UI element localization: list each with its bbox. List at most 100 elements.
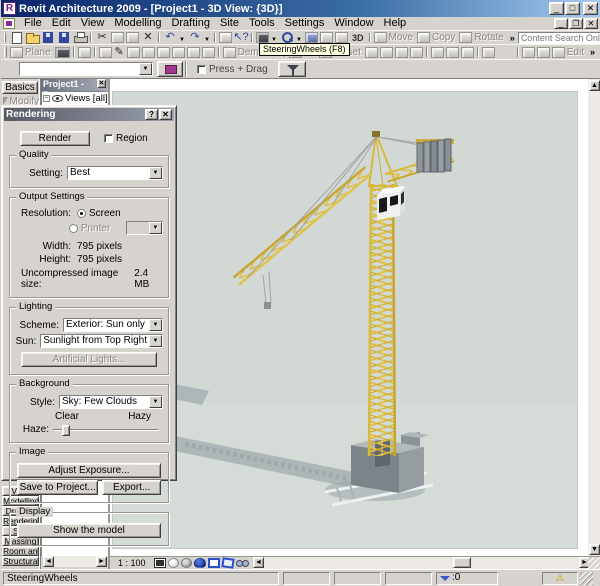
mirror-icon[interactable]	[409, 46, 423, 58]
new-icon[interactable]	[8, 31, 24, 44]
type-selector-combo[interactable]: ▼	[19, 62, 153, 76]
orbit-icon[interactable]	[335, 32, 348, 43]
menu-site[interactable]: Site	[215, 17, 244, 30]
doc-minimize-button[interactable]: _	[554, 18, 568, 29]
rendering-dialog-titlebar[interactable]: Rendering ? ✕	[4, 108, 174, 121]
unpin-icon[interactable]	[445, 46, 459, 58]
copy-button[interactable]: Copy	[432, 32, 455, 43]
close-button[interactable]: ✕	[583, 2, 598, 15]
array-icon[interactable]	[394, 46, 408, 58]
combo-dropdown-arrow[interactable]: ▼	[149, 319, 162, 331]
save-as-icon[interactable]	[56, 31, 72, 44]
work-plane-button[interactable]: Plane	[25, 47, 51, 58]
filter-selection-button[interactable]	[277, 61, 306, 77]
rotate-button[interactable]: Rotate	[474, 32, 503, 43]
delete-icon[interactable]: ✕	[140, 31, 156, 44]
menu-window[interactable]: Window	[329, 17, 378, 30]
menu-drafting[interactable]: Drafting	[166, 17, 215, 30]
search-input[interactable]	[520, 32, 600, 43]
content-search-box[interactable]	[517, 31, 600, 44]
project-browser-caption[interactable]: Project1 - Pr... ✕	[41, 79, 108, 100]
toolbar-grip[interactable]	[4, 33, 6, 42]
rendered-3d-view[interactable]	[112, 91, 578, 549]
adjust-exposure-button[interactable]: Adjust Exposure...	[17, 463, 161, 478]
spline-icon[interactable]	[126, 46, 140, 58]
scroll-up-button[interactable]: ▲	[589, 80, 600, 91]
cube-icon[interactable]	[186, 46, 200, 58]
dimension-icon[interactable]	[219, 32, 232, 43]
browser-horizontal-scrollbar[interactable]: ◄ ►	[43, 556, 107, 567]
drawing-area[interactable]: ▲ ▼ 1 : 100 ◄ ►	[108, 79, 600, 569]
cutline-icon[interactable]	[536, 46, 550, 58]
sketch-icon[interactable]	[551, 46, 565, 58]
link-icon[interactable]	[460, 46, 474, 58]
warning-status[interactable]: ⚠	[542, 571, 578, 585]
render-button[interactable]: Render	[20, 131, 90, 146]
copy-icon[interactable]	[416, 32, 430, 43]
door-icon[interactable]	[141, 46, 155, 58]
background-style-combo[interactable]: Sky: Few Clouds ▼	[59, 395, 163, 409]
toolbar-grip[interactable]	[4, 47, 7, 57]
redo-icon[interactable]: ↷	[187, 31, 203, 44]
show-the-model-button[interactable]: Show the model	[17, 523, 161, 538]
menu-help[interactable]: Help	[379, 17, 412, 30]
combo-dropdown-arrow[interactable]: ▼	[149, 167, 162, 179]
combo-dropdown-arrow[interactable]: ▼	[149, 396, 162, 408]
toolbar-overflow-chevron[interactable]: »	[590, 47, 595, 57]
visibility-icon[interactable]	[305, 32, 318, 43]
doc-restore-button[interactable]: ❐	[569, 18, 583, 29]
paint-icon[interactable]	[171, 46, 185, 58]
move-icon[interactable]	[373, 32, 387, 43]
element-properties-button[interactable]	[157, 61, 183, 77]
tab-structural[interactable]: Structural	[2, 556, 39, 566]
undo-icon[interactable]: ↶	[162, 31, 178, 44]
pin-icon[interactable]	[430, 46, 444, 58]
sun-position-combo[interactable]: Sunlight from Top Right ▼	[40, 334, 163, 348]
redo-dropdown-icon[interactable]	[203, 31, 212, 46]
browser-close-icon[interactable]: ✕	[96, 79, 106, 88]
scroll-down-button[interactable]: ▼	[589, 544, 600, 555]
pencil-icon[interactable]: ✎	[113, 46, 126, 59]
combo-dropdown-arrow[interactable]: ▼	[149, 335, 162, 347]
tab-basics[interactable]: Basics	[2, 81, 38, 94]
menu-settings[interactable]: Settings	[280, 17, 330, 30]
haze-slider-thumb[interactable]	[62, 424, 70, 436]
dialog-help-icon[interactable]: ?	[145, 109, 158, 120]
menu-modelling[interactable]: Modelling	[109, 17, 166, 30]
detail-level-icon[interactable]	[153, 558, 166, 568]
3d-view-icon[interactable]: 3D	[352, 33, 364, 43]
temporary-hide-isolate-icon[interactable]	[235, 558, 249, 568]
group-icon[interactable]	[364, 46, 378, 58]
menu-view[interactable]: View	[76, 17, 110, 30]
browser-scroll-right-button[interactable]: ►	[96, 556, 107, 567]
context-help-icon[interactable]: ↖?	[233, 31, 249, 44]
combo-dropdown-arrow[interactable]: ▼	[139, 63, 152, 75]
menu-tools[interactable]: Tools	[244, 17, 280, 30]
scroll-left-button[interactable]: ◄	[253, 557, 264, 568]
browser-scroll-left-button[interactable]: ◄	[43, 556, 54, 567]
grid-icon[interactable]	[201, 46, 215, 58]
copy-clipboard-icon[interactable]	[111, 32, 124, 43]
menu-edit[interactable]: Edit	[47, 17, 76, 30]
paste-icon[interactable]	[126, 32, 139, 43]
export-button[interactable]: Export...	[102, 480, 161, 495]
haze-slider[interactable]	[53, 424, 159, 436]
region-checkbox[interactable]	[104, 134, 113, 143]
artificial-lights-button[interactable]: Artificial Lights...	[21, 352, 157, 367]
ungroup-icon[interactable]	[379, 46, 393, 58]
rotate-icon[interactable]	[459, 32, 473, 43]
rendering-dialog-icon[interactable]	[193, 558, 206, 568]
minimize-button[interactable]: _	[549, 2, 564, 15]
move-button[interactable]: Move	[389, 32, 413, 43]
window-resize-grip[interactable]	[580, 571, 593, 585]
dynamic-view-icon[interactable]	[320, 32, 333, 43]
doc-close-button[interactable]: ✕	[584, 18, 598, 29]
fill-region-icon[interactable]	[54, 46, 70, 58]
printer-dpi-combo[interactable]: ▼	[126, 221, 163, 235]
save-icon[interactable]	[40, 31, 56, 44]
dialog-close-icon[interactable]: ✕	[159, 109, 172, 120]
press-drag-checkbox[interactable]	[197, 64, 206, 74]
demolish-icon[interactable]	[222, 46, 236, 58]
filter-status[interactable]: :0	[436, 571, 498, 585]
project-browser-icon[interactable]	[256, 32, 269, 43]
